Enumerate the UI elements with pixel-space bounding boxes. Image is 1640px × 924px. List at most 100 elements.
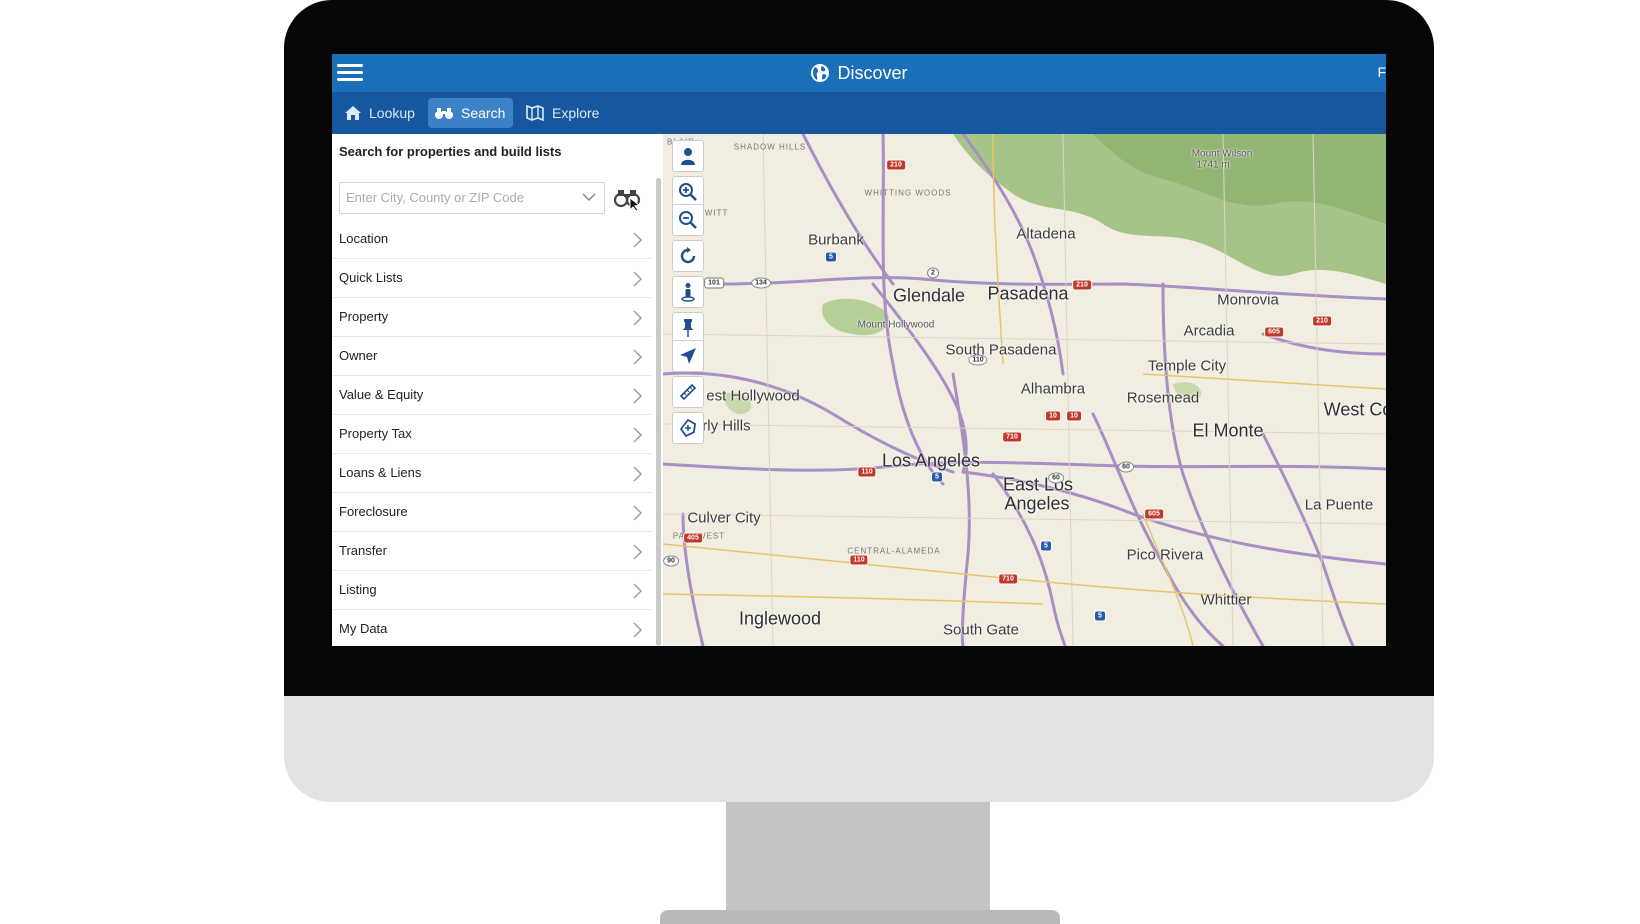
filter-item-label: Quick Lists bbox=[339, 270, 403, 285]
filter-item-label: Property Tax bbox=[339, 426, 412, 441]
filter-item-loans-liens[interactable]: Loans & Liens bbox=[332, 454, 652, 493]
measure-icon bbox=[679, 383, 697, 401]
filter-item-label: Loans & Liens bbox=[339, 465, 422, 480]
pin-icon bbox=[683, 319, 693, 337]
highway-shield: 134 bbox=[751, 277, 771, 289]
map-label: Pasadena bbox=[987, 283, 1069, 304]
tab-bar: Lookup Search Explore bbox=[332, 92, 1386, 134]
map-label: Whittier bbox=[1200, 591, 1252, 609]
highway-shield: 110 bbox=[857, 466, 877, 478]
highway-shield: 2 bbox=[927, 267, 939, 279]
filter-item-label: My Data bbox=[339, 621, 388, 636]
map-tool-street-view[interactable] bbox=[672, 276, 704, 308]
highway-shield: 605 bbox=[1144, 508, 1164, 520]
filter-item-foreclosure[interactable]: Foreclosure bbox=[332, 493, 652, 532]
binoculars-search-icon[interactable] bbox=[613, 184, 641, 212]
map-label: La Puente bbox=[1304, 496, 1374, 514]
chevron-right-icon bbox=[633, 544, 642, 560]
highway-shield: 60 bbox=[1118, 461, 1134, 473]
highway-shield: 210 bbox=[886, 159, 906, 171]
filter-item-listing[interactable]: Listing bbox=[332, 571, 652, 610]
filter-item-transfer[interactable]: Transfer bbox=[332, 532, 652, 571]
filter-item-my-data[interactable]: My Data bbox=[332, 610, 652, 646]
chevron-right-icon bbox=[633, 583, 642, 599]
highway-shield: 101 bbox=[704, 277, 724, 289]
highway-shield: 10 bbox=[1045, 410, 1061, 422]
map-book-icon bbox=[526, 104, 544, 122]
chevron-right-icon bbox=[633, 310, 642, 326]
filter-item-property[interactable]: Property bbox=[332, 298, 652, 337]
highway-shield: 10 bbox=[1066, 410, 1082, 422]
highway-shield: 210 bbox=[1312, 315, 1332, 327]
map-label: Burbank bbox=[808, 231, 864, 249]
chevron-down-icon[interactable] bbox=[582, 192, 596, 202]
map-tool-measure[interactable] bbox=[672, 376, 704, 408]
map-label: Monrovia bbox=[1217, 291, 1279, 309]
chevron-right-icon bbox=[633, 466, 642, 482]
tab-search[interactable]: Search bbox=[428, 98, 514, 128]
location-combobox[interactable] bbox=[339, 182, 605, 214]
map-label: Mount Hollywood bbox=[857, 319, 935, 331]
map-label: Angeles bbox=[1004, 493, 1070, 514]
map-label: Altadena bbox=[1016, 225, 1076, 243]
chevron-right-icon bbox=[633, 427, 642, 443]
header-edge-text[interactable]: F bbox=[1377, 64, 1386, 80]
filter-item-location[interactable]: Location bbox=[332, 220, 652, 259]
filter-list: Location Quick Lists Property Owner Valu… bbox=[332, 220, 652, 646]
filter-item-value-equity[interactable]: Value & Equity bbox=[332, 376, 652, 415]
draw-shape-icon bbox=[679, 418, 696, 438]
street-view-icon bbox=[681, 283, 695, 302]
location-search-input[interactable] bbox=[340, 183, 566, 211]
map-label: Glendale bbox=[892, 285, 966, 306]
map-label: El Monte bbox=[1192, 420, 1264, 441]
highway-shield: 605 bbox=[1264, 326, 1284, 338]
map-tool-refresh[interactable] bbox=[672, 240, 704, 272]
binoculars-icon bbox=[435, 108, 453, 119]
map-label: 1741 m bbox=[1196, 159, 1230, 171]
app-header: Discover F bbox=[332, 54, 1386, 92]
tab-lookup-label: Lookup bbox=[369, 105, 415, 121]
chevron-right-icon bbox=[633, 388, 642, 404]
filter-item-label: Location bbox=[339, 231, 389, 246]
map-tool-navigate[interactable] bbox=[672, 340, 704, 372]
map-label: Rosemead bbox=[1126, 389, 1200, 407]
navigate-icon bbox=[680, 348, 696, 364]
highway-shield: 110 bbox=[849, 554, 869, 566]
highway-shield: 405 bbox=[683, 532, 703, 544]
tab-lookup[interactable]: Lookup bbox=[338, 98, 423, 128]
map-tool-zoom-out[interactable] bbox=[672, 204, 704, 236]
highway-shield: 210 bbox=[1072, 279, 1092, 291]
highway-shield: 5 bbox=[1040, 540, 1052, 552]
filter-item-property-tax[interactable]: Property Tax bbox=[332, 415, 652, 454]
globe-icon bbox=[811, 64, 830, 82]
chevron-right-icon bbox=[633, 271, 642, 287]
chevron-right-icon bbox=[633, 349, 642, 365]
app-title-text: Discover bbox=[837, 62, 908, 83]
highway-shield: 710 bbox=[1002, 431, 1022, 443]
filter-item-quick-lists[interactable]: Quick Lists bbox=[332, 259, 652, 298]
highway-shield: 60 bbox=[1048, 472, 1064, 484]
map-view[interactable]: Burbank Altadena Glendale Pasadena Monro… bbox=[663, 134, 1386, 646]
filter-item-owner[interactable]: Owner bbox=[332, 337, 652, 376]
map-tool-person[interactable] bbox=[672, 140, 704, 172]
map-label: Arcadia bbox=[1183, 322, 1235, 340]
search-panel: Search for properties and build lists Lo… bbox=[332, 134, 663, 646]
filter-item-label: Value & Equity bbox=[339, 387, 424, 402]
chevron-right-icon bbox=[633, 505, 642, 521]
panel-scrollbar[interactable] bbox=[656, 178, 661, 646]
zoom-in-icon bbox=[679, 183, 697, 201]
highway-shield: 710 bbox=[998, 573, 1018, 585]
tab-explore-label: Explore bbox=[552, 105, 600, 121]
tab-search-label: Search bbox=[461, 105, 506, 121]
filter-item-label: Foreclosure bbox=[339, 504, 408, 519]
map-tool-draw-shape[interactable] bbox=[672, 412, 704, 444]
map-label: West Co bbox=[1323, 399, 1386, 420]
highway-shield: 5 bbox=[1094, 610, 1106, 622]
filter-item-label: Owner bbox=[339, 348, 378, 363]
map-label: SHADOW HILLS bbox=[733, 142, 807, 152]
filter-item-label: Listing bbox=[339, 582, 377, 597]
tab-explore[interactable]: Explore bbox=[519, 98, 607, 128]
chevron-right-icon bbox=[633, 232, 642, 248]
map-label: Mount Wilson bbox=[1191, 148, 1253, 160]
refresh-icon bbox=[680, 247, 696, 264]
